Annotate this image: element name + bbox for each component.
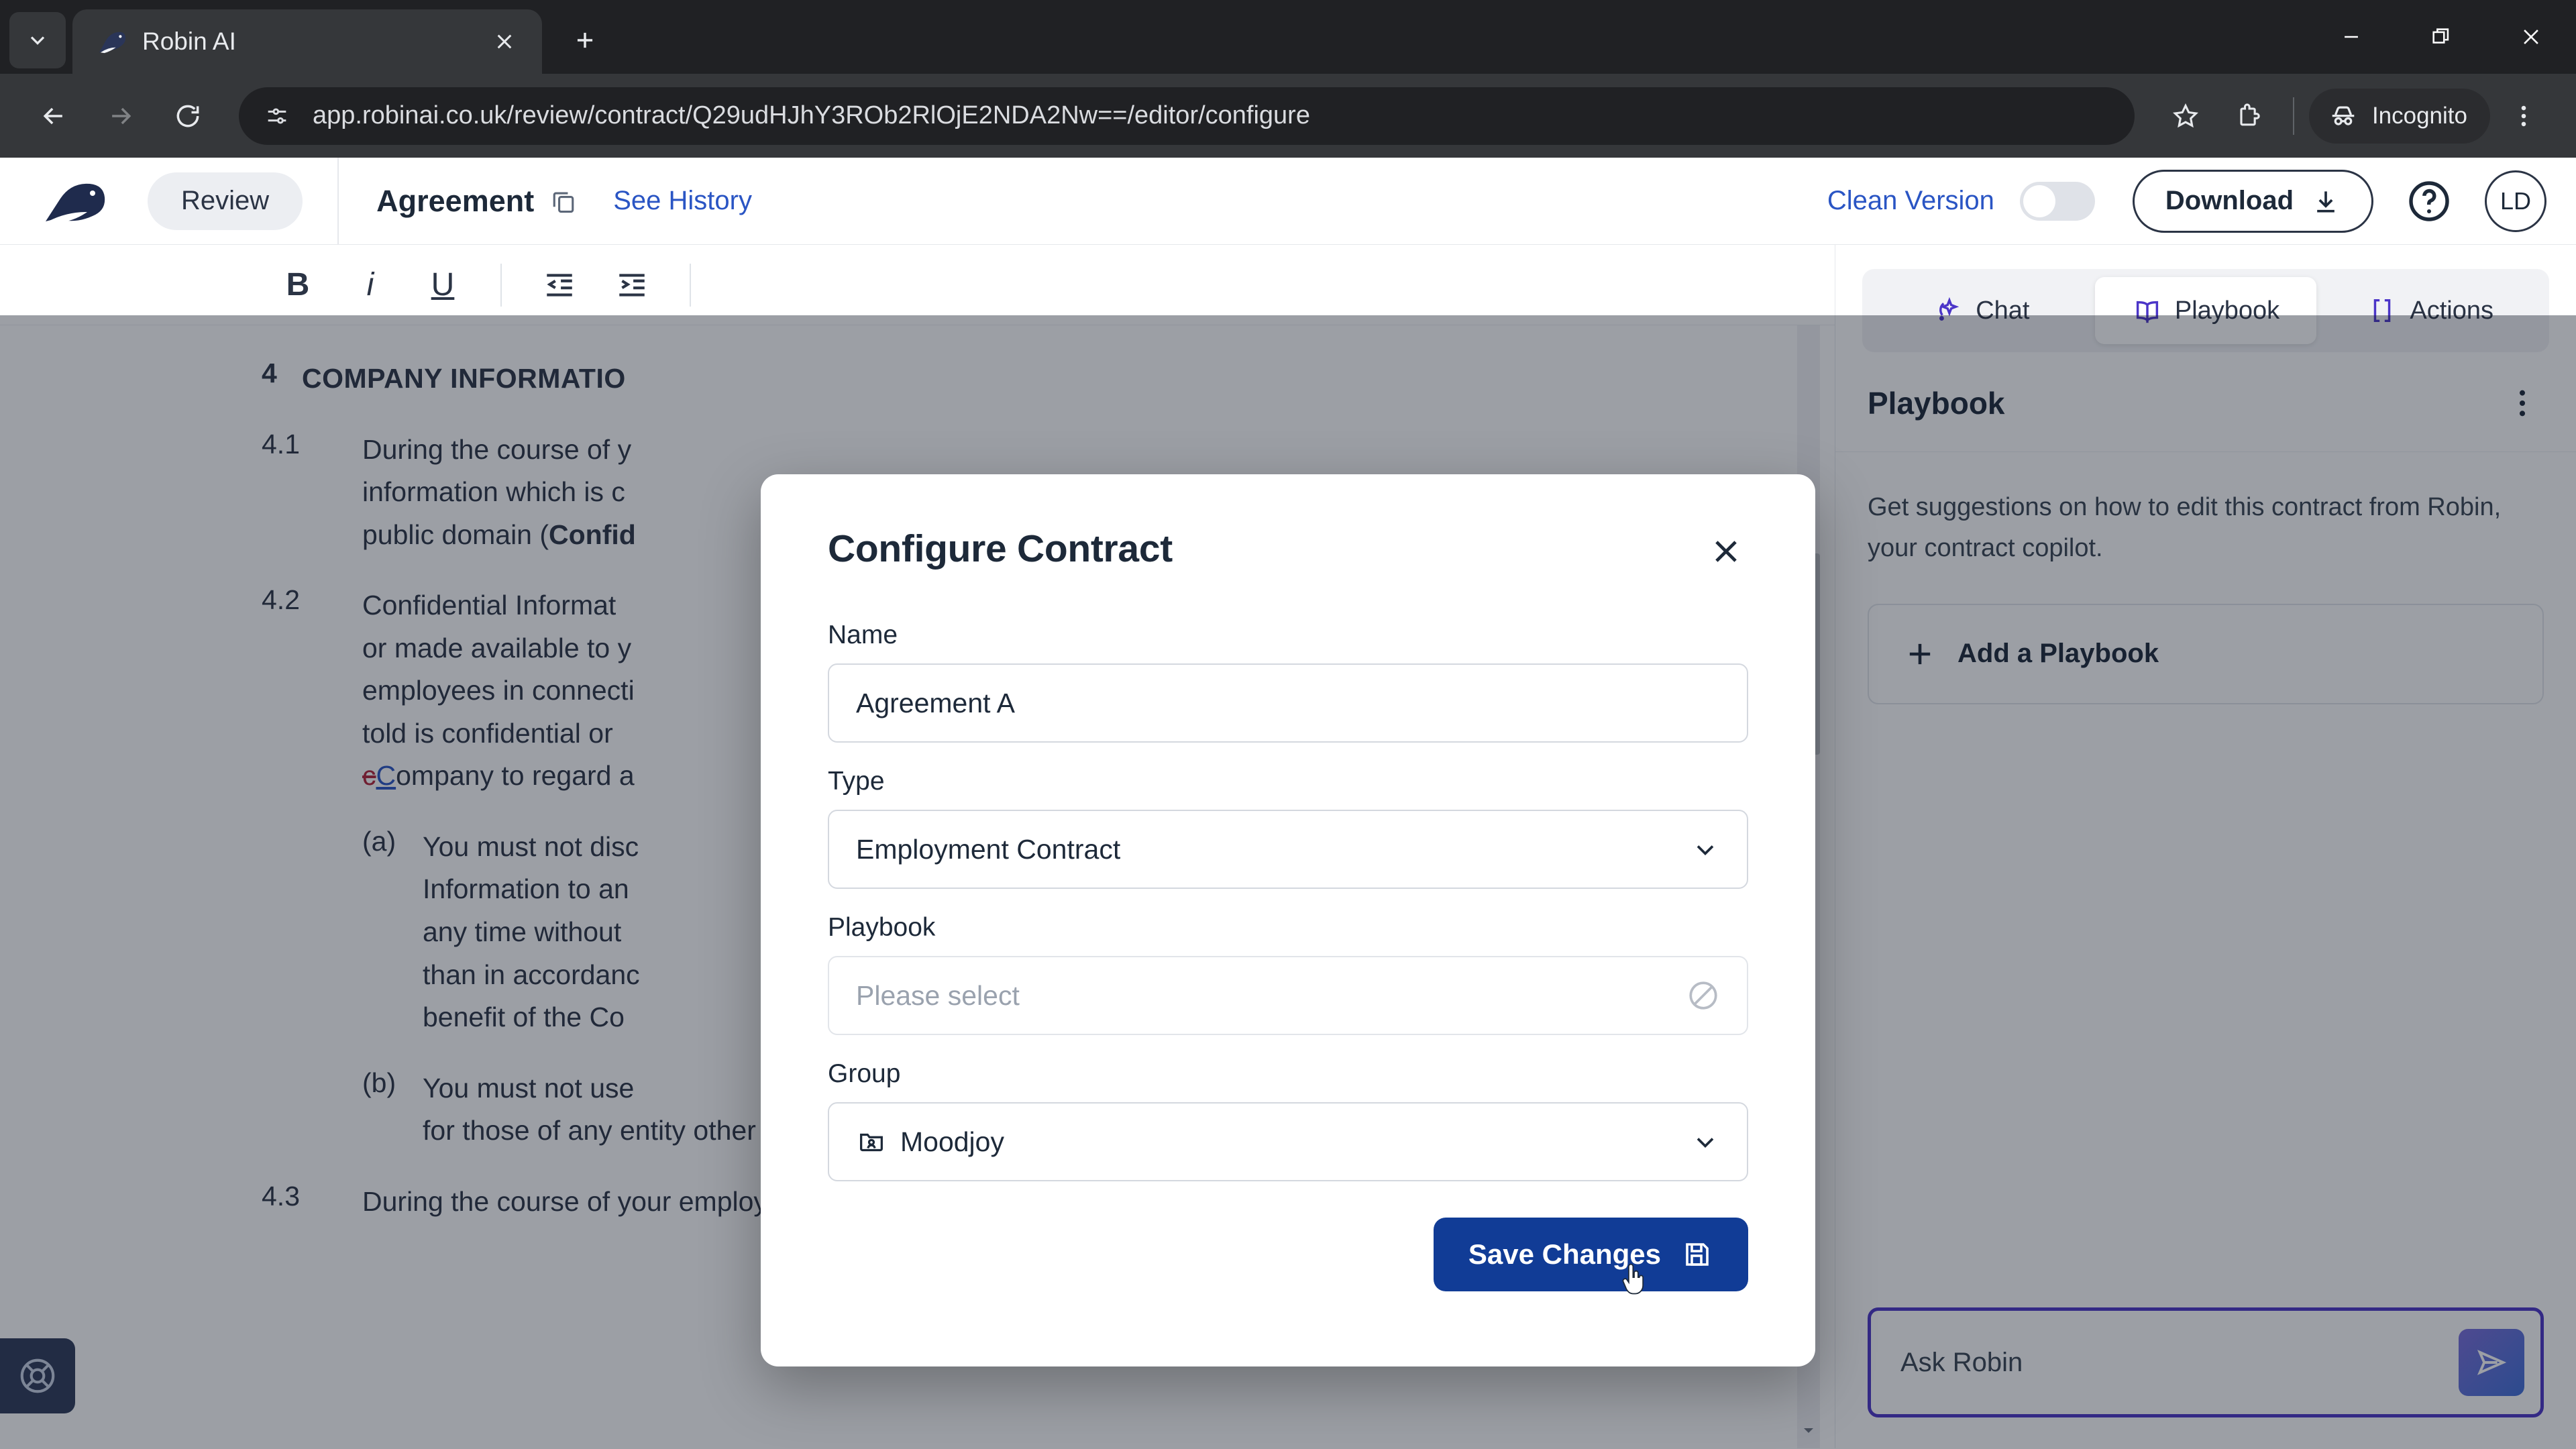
page-viewport: Review Agreement See History Clean Versi… <box>0 158 2576 1449</box>
question-circle-icon <box>2409 180 2449 221</box>
download-icon <box>2317 191 2334 212</box>
close-window-button[interactable] <box>2486 0 2576 74</box>
modal-header: Configure Contract <box>828 474 1748 574</box>
field-playbook: Playbook Please select <box>828 913 1748 1035</box>
outdent-button[interactable] <box>523 249 596 321</box>
formatting-toolbar: B i U <box>0 245 1835 325</box>
avatar[interactable]: LD <box>2485 170 2546 232</box>
app-header: Review Agreement See History Clean Versi… <box>0 158 2576 245</box>
page-title: Agreement <box>376 183 535 218</box>
tab-title: Robin AI <box>142 28 236 55</box>
type-select-value: Employment Contract <box>856 833 1121 865</box>
indent-icon <box>619 273 645 297</box>
puzzle-icon <box>2240 103 2260 125</box>
new-tab-button[interactable] <box>559 15 610 66</box>
forward-button[interactable] <box>90 85 152 147</box>
indent-button[interactable] <box>596 249 668 321</box>
tab-strip: Robin AI <box>0 0 2576 74</box>
chevron-down-icon <box>30 36 45 45</box>
restore-icon <box>2432 28 2449 44</box>
browser-window: Robin AI app.robinai.co.uk/review/contra… <box>0 0 2576 1449</box>
type-select[interactable]: Employment Contract <box>828 810 1748 889</box>
modal-close-button[interactable] <box>1704 529 1748 574</box>
address-bar[interactable]: app.robinai.co.uk/review/contract/Q29udH… <box>239 87 2135 145</box>
robin-bird-favicon <box>99 32 126 54</box>
site-settings-button[interactable] <box>259 98 295 134</box>
toolbar-actions: Incognito <box>2156 87 2553 146</box>
help-button[interactable] <box>2398 170 2461 233</box>
site-settings-icon <box>268 108 286 123</box>
browser-tab[interactable]: Robin AI <box>72 9 542 74</box>
folder-user-icon <box>860 1133 883 1152</box>
download-button[interactable]: Download <box>2132 169 2373 233</box>
minimize-button[interactable] <box>2306 0 2396 74</box>
reload-icon <box>176 105 199 127</box>
document-title-group: Agreement <box>376 184 578 219</box>
pointer-hand-cursor <box>1622 1263 1644 1295</box>
minimize-icon <box>2345 36 2358 38</box>
toolbar-divider <box>690 263 691 307</box>
save-changes-button[interactable]: Save Changes <box>1433 1218 1748 1291</box>
window-controls <box>2306 0 2576 74</box>
see-history-link[interactable]: See History <box>613 186 752 216</box>
clean-version-label: Clean Version <box>1827 186 1994 215</box>
close-icon <box>2524 30 2538 44</box>
browser-toolbar: app.robinai.co.uk/review/contract/Q29udH… <box>0 74 2576 158</box>
restore-button[interactable] <box>2396 0 2486 74</box>
outdent-icon <box>547 273 572 297</box>
field-label: Type <box>828 767 885 796</box>
group-select[interactable]: Moodjoy <box>828 1102 1748 1181</box>
field-label: Name <box>828 621 898 649</box>
modal-footer: Save Changes <box>828 1218 1748 1295</box>
back-button[interactable] <box>23 85 85 147</box>
toolbar-divider <box>2292 97 2294 135</box>
configure-contract-modal: Configure Contract Name Agreement A Type… <box>761 474 1815 1366</box>
group-select-value: Moodjoy <box>900 1126 1004 1157</box>
name-input-value: Agreement A <box>856 687 1016 718</box>
field-type: Type Employment Contract <box>828 767 1748 889</box>
chevron-down-icon <box>1697 845 1714 856</box>
extensions-button[interactable] <box>2219 87 2278 146</box>
plus-icon <box>577 32 593 48</box>
tab-search-button[interactable] <box>9 12 66 68</box>
bold-button[interactable]: B <box>262 249 334 321</box>
close-icon <box>497 34 512 49</box>
toggle-knob <box>2023 184 2055 217</box>
toolbar-divider <box>500 263 502 307</box>
clean-version-toggle[interactable] <box>2019 181 2095 221</box>
three-dots-vertical-icon <box>2521 105 2526 126</box>
italic-button[interactable]: i <box>334 249 407 321</box>
bookmark-button[interactable] <box>2156 87 2215 146</box>
header-divider <box>337 158 339 245</box>
tab-close-button[interactable] <box>486 23 523 60</box>
floppy-save-icon <box>1686 1243 1709 1266</box>
playbook-select-placeholder: Please select <box>856 979 1020 1011</box>
incognito-hat-icon <box>2332 106 2355 125</box>
field-label: Group <box>828 1059 901 1088</box>
arrow-left-icon <box>43 107 62 124</box>
field-label: Playbook <box>828 913 936 942</box>
robin-bird-logo <box>46 183 105 223</box>
field-name: Name Agreement A <box>828 621 1748 743</box>
copy-icon[interactable] <box>549 186 578 216</box>
browser-menu-button[interactable] <box>2494 87 2553 146</box>
url-text: app.robinai.co.uk/review/contract/Q29udH… <box>313 101 1310 129</box>
modal-title: Configure Contract <box>828 527 1173 570</box>
download-label: Download <box>2165 186 2294 215</box>
arrow-right-icon <box>112 107 131 124</box>
field-group: Group Moodjoy <box>828 1059 1748 1181</box>
review-button[interactable]: Review <box>148 172 303 230</box>
playbook-select: Please select <box>828 956 1748 1035</box>
reload-button[interactable] <box>157 85 219 147</box>
name-input[interactable]: Agreement A <box>828 663 1748 743</box>
incognito-label: Incognito <box>2371 102 2467 129</box>
chevron-down-icon <box>1697 1138 1714 1148</box>
star-icon <box>2172 103 2198 127</box>
underline-button[interactable]: U <box>407 249 479 321</box>
no-entry-icon <box>1689 981 1717 1010</box>
close-icon <box>1715 541 1737 562</box>
incognito-indicator[interactable]: Incognito <box>2308 88 2490 144</box>
